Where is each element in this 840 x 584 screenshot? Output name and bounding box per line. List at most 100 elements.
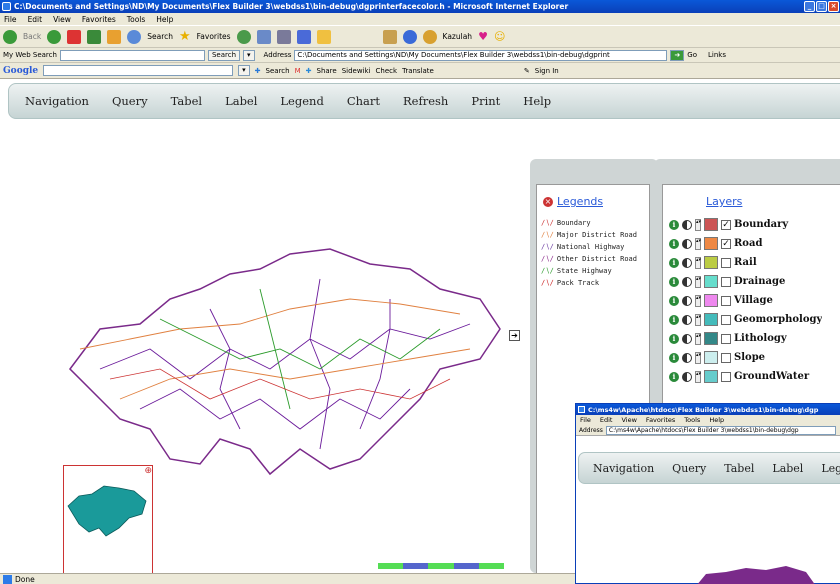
- links-label[interactable]: Links: [708, 51, 726, 59]
- reorder-arrows-icon[interactable]: ▴▾: [695, 237, 701, 250]
- info-icon[interactable]: i: [669, 371, 679, 382]
- edit-icon[interactable]: [296, 29, 311, 44]
- menu-view[interactable]: View: [621, 416, 636, 424]
- transparency-icon[interactable]: [682, 219, 692, 230]
- info-icon[interactable]: i: [669, 219, 679, 230]
- menu-edit[interactable]: Edit: [28, 15, 43, 24]
- info-icon[interactable]: i: [669, 238, 679, 249]
- info-icon[interactable]: i: [669, 276, 679, 287]
- messenger-icon[interactable]: [402, 29, 417, 44]
- nav-query[interactable]: Query: [112, 94, 148, 108]
- mywebsearch-button[interactable]: Search: [207, 49, 241, 61]
- layer-checkbox[interactable]: [721, 276, 731, 287]
- reorder-arrows-icon[interactable]: ▴▾: [695, 218, 701, 231]
- layer-color-swatch[interactable]: [704, 237, 718, 250]
- transparency-icon[interactable]: [682, 238, 692, 249]
- menu-favorites[interactable]: Favorites: [646, 416, 675, 424]
- reorder-arrows-icon[interactable]: ▴▾: [695, 313, 701, 326]
- transparency-icon[interactable]: [682, 276, 692, 287]
- stop-icon[interactable]: [67, 29, 82, 44]
- info-icon[interactable]: i: [669, 352, 679, 363]
- layer-checkbox[interactable]: [721, 257, 731, 268]
- info-icon[interactable]: i: [669, 295, 679, 306]
- layer-checkbox[interactable]: [721, 314, 731, 325]
- search-icon[interactable]: [127, 29, 142, 44]
- nav-legend[interactable]: Legen: [821, 462, 840, 475]
- kazulah-icon[interactable]: [422, 29, 437, 44]
- layer-color-swatch[interactable]: [704, 275, 718, 288]
- transparency-icon[interactable]: [682, 314, 692, 325]
- refresh-icon[interactable]: [87, 29, 102, 44]
- share-button[interactable]: Share: [317, 67, 337, 75]
- nav-navigation[interactable]: Navigation: [593, 462, 654, 475]
- favorites-star-icon[interactable]: ★: [179, 29, 191, 44]
- expand-panel-arrow-icon[interactable]: ➔: [509, 330, 520, 341]
- second-browser-window[interactable]: C:\ms4w\Apache\htdocs\Flex Builder 3\web…: [575, 403, 840, 584]
- menu-tools[interactable]: Tools: [684, 416, 700, 424]
- nav-print[interactable]: Print: [471, 94, 500, 108]
- menu-favorites[interactable]: Favorites: [82, 15, 116, 24]
- heart-icon[interactable]: ♥: [478, 30, 488, 43]
- print-icon[interactable]: [276, 29, 291, 44]
- menu-file[interactable]: File: [580, 416, 591, 424]
- layer-checkbox[interactable]: ✓: [721, 238, 731, 249]
- layer-color-swatch[interactable]: [704, 218, 718, 231]
- menu-view[interactable]: View: [53, 15, 71, 24]
- maximize-button[interactable]: □: [816, 1, 827, 12]
- nav-legend[interactable]: Legend: [280, 94, 323, 108]
- nav-help[interactable]: Help: [523, 94, 551, 108]
- nav-navigation[interactable]: Navigation: [25, 94, 89, 108]
- nav-tabel[interactable]: Tabel: [724, 462, 754, 475]
- layer-color-swatch[interactable]: [704, 370, 718, 383]
- layer-color-swatch[interactable]: [704, 351, 718, 364]
- nav-label[interactable]: Label: [772, 462, 803, 475]
- layer-checkbox[interactable]: [721, 352, 731, 363]
- reorder-arrows-icon[interactable]: ▴▾: [695, 275, 701, 288]
- search-label[interactable]: Search: [147, 32, 173, 41]
- google-search-button[interactable]: Search: [266, 67, 290, 75]
- layer-checkbox[interactable]: ✓: [721, 219, 731, 230]
- go-arrow-icon[interactable]: ➜: [670, 49, 685, 61]
- menu-tools[interactable]: Tools: [127, 15, 145, 24]
- reorder-arrows-icon[interactable]: ▴▾: [695, 332, 701, 345]
- translate-button[interactable]: Translate: [402, 67, 434, 75]
- nav-refresh[interactable]: Refresh: [403, 94, 448, 108]
- crosshair-icon[interactable]: ⊕: [144, 466, 152, 476]
- transparency-icon[interactable]: [682, 295, 692, 306]
- mywebsearch-input[interactable]: [59, 49, 205, 61]
- reorder-arrows-icon[interactable]: ▴▾: [695, 256, 701, 269]
- back-icon[interactable]: [3, 29, 17, 44]
- close-button[interactable]: ×: [828, 1, 839, 12]
- google-search-icon[interactable]: ✚: [255, 67, 261, 75]
- menu-help[interactable]: Help: [156, 15, 173, 24]
- sidewiki-button[interactable]: Sidewiki: [342, 67, 371, 75]
- reorder-arrows-icon[interactable]: ▴▾: [695, 370, 701, 383]
- menu-file[interactable]: File: [4, 15, 17, 24]
- google-search-input[interactable]: [43, 65, 234, 76]
- signin-button[interactable]: Sign In: [535, 67, 559, 75]
- check-button[interactable]: Check: [376, 67, 398, 75]
- reorder-arrows-icon[interactable]: ▴▾: [695, 294, 701, 307]
- wrench-icon[interactable]: ✎: [524, 67, 530, 75]
- nav-chart[interactable]: Chart: [347, 94, 380, 108]
- layer-checkbox[interactable]: [721, 371, 731, 382]
- layer-color-swatch[interactable]: [704, 294, 718, 307]
- research-icon[interactable]: [382, 29, 397, 44]
- nav-tabel[interactable]: Tabel: [171, 94, 202, 108]
- nav-label[interactable]: Label: [225, 94, 257, 108]
- history-icon[interactable]: [236, 29, 251, 44]
- gmail-icon[interactable]: M: [295, 67, 301, 75]
- layer-checkbox[interactable]: [721, 295, 731, 306]
- district-map[interactable]: [60, 229, 520, 479]
- info-icon[interactable]: i: [669, 333, 679, 344]
- mail-icon[interactable]: [256, 29, 271, 44]
- mywebsearch-dropdown[interactable]: ▾: [243, 49, 255, 61]
- layer-color-swatch[interactable]: [704, 313, 718, 326]
- minimize-button[interactable]: _: [804, 1, 815, 12]
- menu-help[interactable]: Help: [709, 416, 724, 424]
- transparency-icon[interactable]: [682, 352, 692, 363]
- reorder-arrows-icon[interactable]: ▴▾: [695, 351, 701, 364]
- home-icon[interactable]: [107, 29, 122, 44]
- overview-map[interactable]: ⊕: [63, 465, 153, 573]
- google-dropdown[interactable]: ▾: [238, 65, 250, 76]
